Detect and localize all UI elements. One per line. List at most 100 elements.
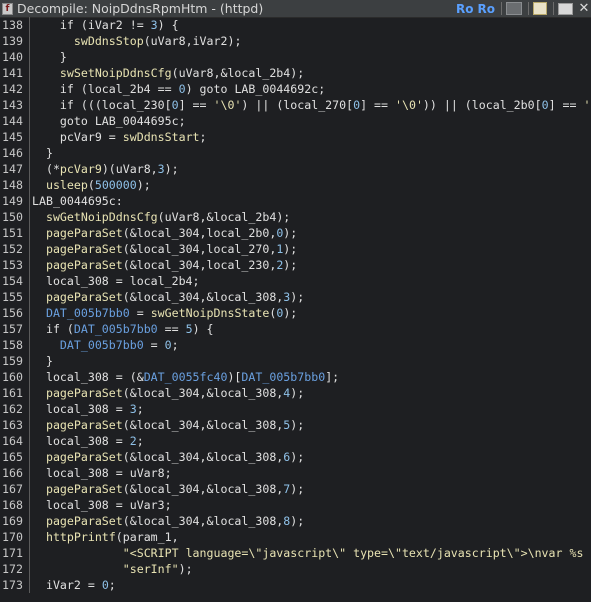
close-icon[interactable]: ✕ xyxy=(577,1,591,16)
code-line[interactable]: 152 pageParaSet(&local_304,local_270,1); xyxy=(0,241,591,257)
code-text[interactable]: local_308 = local_2b4; xyxy=(32,274,200,288)
code-text[interactable]: pageParaSet(&local_304,local_270,1); xyxy=(32,242,297,256)
code-line[interactable]: 164 local_308 = 2; xyxy=(0,433,591,449)
code-line[interactable]: 168 local_308 = uVar3; xyxy=(0,497,591,513)
code-line[interactable]: 143 if (((local_230[0] == '\0') || (loca… xyxy=(0,97,591,113)
code-text[interactable]: pageParaSet(&local_304,&local_308,6); xyxy=(32,450,304,464)
code-line[interactable]: 139 swDdnsStop(uVar8,iVar2); xyxy=(0,33,591,49)
code-line[interactable]: 140 } xyxy=(0,49,591,65)
code-line[interactable]: 171 "<SCRIPT language=\"javascript\" typ… xyxy=(0,545,591,561)
code-text[interactable]: if (DAT_005b7bb0 == 5) { xyxy=(32,322,214,336)
code-line[interactable]: 162 local_308 = 3; xyxy=(0,401,591,417)
line-number: 165 xyxy=(2,450,23,464)
line-number: 146 xyxy=(2,146,23,160)
window-icon[interactable] xyxy=(558,2,573,15)
code-line[interactable]: 165 pageParaSet(&local_304,&local_308,6)… xyxy=(0,449,591,465)
gutter-divider xyxy=(29,561,30,577)
line-number: 167 xyxy=(2,482,23,496)
code-text[interactable]: local_308 = uVar3; xyxy=(32,498,172,512)
code-text[interactable]: pageParaSet(&local_304,&local_308,4); xyxy=(32,386,304,400)
code-text[interactable]: pageParaSet(&local_304,&local_308,8); xyxy=(32,514,304,528)
code-text[interactable]: usleep(500000); xyxy=(32,178,151,192)
code-text[interactable]: swGetNoipDdnsCfg(uVar8,&local_2b4); xyxy=(32,210,290,224)
toolbar-divider xyxy=(528,2,529,15)
code-line[interactable]: 149 LAB_0044695c: xyxy=(0,193,591,209)
code-text[interactable]: local_308 = 3; xyxy=(32,402,144,416)
code-text[interactable]: (*pcVar9)(uVar8,3); xyxy=(32,162,179,176)
gutter-divider xyxy=(29,17,30,33)
gutter-divider xyxy=(29,257,30,273)
gutter-divider xyxy=(29,273,30,289)
code-line[interactable]: 167 pageParaSet(&local_304,&local_308,7)… xyxy=(0,481,591,497)
code-line[interactable]: 151 pageParaSet(&local_304,local_2b0,0); xyxy=(0,225,591,241)
code-line[interactable]: 166 local_308 = uVar8; xyxy=(0,465,591,481)
line-number: 154 xyxy=(2,274,23,288)
gutter-divider xyxy=(29,369,30,385)
decompiler-code-view[interactable]: 138 if (iVar2 != 3) {139 swDdnsStop(uVar… xyxy=(0,17,591,602)
code-text[interactable]: if (iVar2 != 3) { xyxy=(32,18,179,32)
code-text[interactable]: } xyxy=(32,146,53,160)
code-line[interactable]: 160 local_308 = (&DAT_0055fc40)[DAT_005b… xyxy=(0,369,591,385)
line-number: 147 xyxy=(2,162,23,176)
code-text[interactable]: swSetNoipDdnsCfg(uVar8,&local_2b4); xyxy=(32,66,304,80)
code-line[interactable]: 142 if (local_2b4 == 0) goto LAB_0044692… xyxy=(0,81,591,97)
gutter-divider xyxy=(29,305,30,321)
line-number: 155 xyxy=(2,290,23,304)
code-line[interactable]: 169 pageParaSet(&local_304,&local_308,8)… xyxy=(0,513,591,529)
code-line[interactable]: 144 goto LAB_0044695c; xyxy=(0,113,591,129)
code-line[interactable]: 153 pageParaSet(&local_304,local_230,2); xyxy=(0,257,591,273)
code-line[interactable]: 170 httpPrintf(param_1, xyxy=(0,529,591,545)
line-number: 158 xyxy=(2,338,23,352)
code-line[interactable]: 145 pcVar9 = swDdnsStart; xyxy=(0,129,591,145)
ref-button[interactable]: Ro xyxy=(456,1,473,16)
code-line[interactable]: 148 usleep(500000); xyxy=(0,177,591,193)
code-text[interactable]: pageParaSet(&local_304,local_230,2); xyxy=(32,258,297,272)
code-line[interactable]: 141 swSetNoipDdnsCfg(uVar8,&local_2b4); xyxy=(0,65,591,81)
gutter-divider xyxy=(29,353,30,369)
code-line[interactable]: 157 if (DAT_005b7bb0 == 5) { xyxy=(0,321,591,337)
gutter-divider xyxy=(29,433,30,449)
code-text[interactable]: pageParaSet(&local_304,&local_308,3); xyxy=(32,290,304,304)
code-line[interactable]: 156 DAT_005b7bb0 = swGetNoipDnsState(0); xyxy=(0,305,591,321)
code-text[interactable]: if (local_2b4 == 0) goto LAB_0044692c; xyxy=(32,82,325,96)
edit-icon[interactable] xyxy=(533,2,547,15)
line-number: 169 xyxy=(2,514,23,528)
code-text[interactable]: httpPrintf(param_1, xyxy=(32,530,179,544)
code-text[interactable]: if (((local_230[0] == '\0') || (local_27… xyxy=(32,98,591,112)
code-line[interactable]: 138 if (iVar2 != 3) { xyxy=(0,17,591,33)
code-line[interactable]: 155 pageParaSet(&local_304,&local_308,3)… xyxy=(0,289,591,305)
code-text[interactable]: pcVar9 = swDdnsStart; xyxy=(32,130,207,144)
code-text[interactable]: "serInf"); xyxy=(32,562,193,576)
code-text[interactable]: local_308 = (&DAT_0055fc40)[DAT_005b7bb0… xyxy=(32,370,339,384)
gutter-divider xyxy=(29,209,30,225)
code-line[interactable]: 163 pageParaSet(&local_304,&local_308,5)… xyxy=(0,417,591,433)
code-text[interactable]: pageParaSet(&local_304,local_2b0,0); xyxy=(32,226,297,240)
code-text[interactable]: local_308 = uVar8; xyxy=(32,466,172,480)
ref2-button[interactable]: Ro xyxy=(478,1,495,16)
code-line[interactable]: 154 local_308 = local_2b4; xyxy=(0,273,591,289)
code-line[interactable]: 173 iVar2 = 0; xyxy=(0,577,591,593)
code-text[interactable]: iVar2 = 0; xyxy=(32,578,116,592)
code-text[interactable]: LAB_0044695c: xyxy=(32,194,123,208)
code-text[interactable]: pageParaSet(&local_304,&local_308,7); xyxy=(32,482,304,496)
code-line[interactable]: 147 (*pcVar9)(uVar8,3); xyxy=(0,161,591,177)
code-text[interactable]: } xyxy=(32,354,53,368)
code-line[interactable]: 159 } xyxy=(0,353,591,369)
code-text[interactable]: DAT_005b7bb0 = 0; xyxy=(32,338,179,352)
line-number: 152 xyxy=(2,242,23,256)
code-line[interactable]: 150 swGetNoipDdnsCfg(uVar8,&local_2b4); xyxy=(0,209,591,225)
code-line[interactable]: 146 } xyxy=(0,145,591,161)
snapshot-icon[interactable] xyxy=(506,2,522,15)
code-line[interactable]: 161 pageParaSet(&local_304,&local_308,4)… xyxy=(0,385,591,401)
code-text[interactable]: goto LAB_0044695c; xyxy=(32,114,186,128)
code-line[interactable]: 172 "serInf"); xyxy=(0,561,591,577)
code-line[interactable]: 158 DAT_005b7bb0 = 0; xyxy=(0,337,591,353)
code-text[interactable]: pageParaSet(&local_304,&local_308,5); xyxy=(32,418,304,432)
code-text[interactable]: } xyxy=(32,50,67,64)
line-number: 163 xyxy=(2,418,23,432)
code-text[interactable]: DAT_005b7bb0 = swGetNoipDnsState(0); xyxy=(32,306,297,320)
window-titlebar: f Decompile: NoipDdnsRpmHtm - (httpd) Ro… xyxy=(0,0,591,18)
code-text[interactable]: "<SCRIPT language=\"javascript\" type=\"… xyxy=(32,546,584,560)
code-text[interactable]: local_308 = 2; xyxy=(32,434,144,448)
code-text[interactable]: swDdnsStop(uVar8,iVar2); xyxy=(32,34,242,48)
